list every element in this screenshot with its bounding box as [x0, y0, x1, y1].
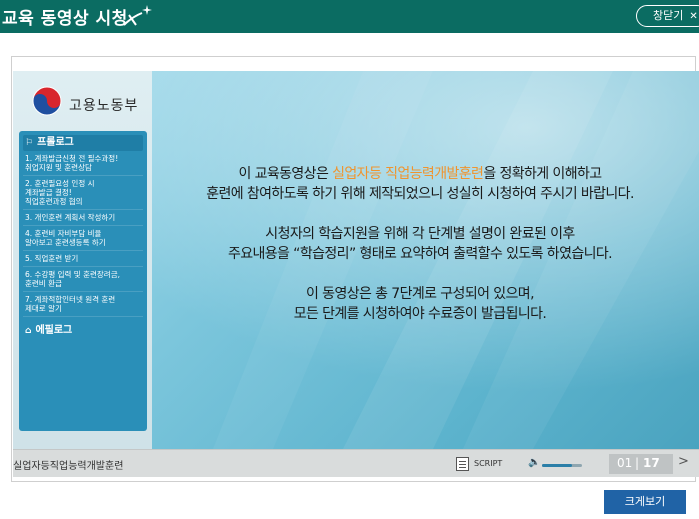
menu-item-6[interactable]: 6. 수강평 입력 및 훈련장려금, 훈련비 환급: [23, 267, 143, 292]
ministry-logo: 고용노동부: [31, 85, 151, 119]
intro-paragraph-1: 이 교육동영상은 실업자등 직업능력개발훈련을 정확하게 이해하고 훈련에 참여…: [160, 164, 680, 204]
intro-text-segment: 을 정확하게 이해하고: [483, 166, 602, 182]
close-button-label: 창닫기: [653, 9, 684, 22]
intro-line: 훈련에 참여하도록 하기 위해 제작되었으니 성실히 시청하여 주시기 바랍니다…: [206, 186, 634, 202]
current-page: 01: [617, 456, 633, 470]
chapter-sidebar: 고용노동부 ⚐ 프롤로그 1. 계좌발급신청 전 필수과정! 취업지원 및 훈련상…: [13, 71, 152, 449]
page-separator: |: [635, 456, 640, 470]
menu-item-prologue[interactable]: ⚐ 프롤로그: [23, 135, 143, 151]
script-button[interactable]: SCRIPT: [456, 456, 513, 473]
menu-item-7[interactable]: 7. 계좌적합인터넷 원격 훈련 제대로 알기: [23, 292, 143, 317]
intro-text: 이 교육동영상은 실업자등 직업능력개발훈련을 정확하게 이해하고 훈련에 참여…: [160, 164, 680, 344]
volume-slider[interactable]: [542, 464, 582, 467]
flag-icon: ⚐: [25, 138, 34, 148]
intro-line: 이 동영상은 총 7단계로 구성되어 있으며,: [306, 286, 534, 302]
total-pages: 17: [643, 456, 660, 470]
menu-footer-label: 에필로그: [35, 325, 73, 336]
intro-line: 모든 단계를 시청하여야 수료증이 발급됩니다.: [293, 306, 547, 322]
menu-item-5[interactable]: 5. 직업훈련 받기: [23, 251, 143, 267]
logo-text: 고용노동부: [69, 98, 139, 114]
document-icon: [456, 457, 469, 471]
intro-line: 주요내용을 “학습정리” 형태로 요약하여 출력할수 있도록 하였습니다.: [227, 246, 613, 262]
speaker-icon[interactable]: 🔈: [528, 457, 540, 468]
page-title: 교육 동영상 시청: [2, 9, 128, 29]
intro-paragraph-2: 시청자의 학습지원을 위해 각 단계별 설명이 완료된 이후 주요내용을 “학습…: [160, 224, 680, 264]
page-indicator: 01 | 17: [609, 454, 673, 474]
menu-heading-label: 프롤로그: [37, 137, 74, 148]
player-control-bar: 실업자등직업능력개발훈련 SCRIPT 🔈 01 | 17 >: [13, 449, 699, 477]
book-icon: ⌂: [25, 326, 32, 336]
close-icon: ✕: [689, 11, 698, 22]
intro-line: 이 교육동영상은 실업자등 직업능력개발훈련을 정확하게 이해하고: [160, 164, 680, 184]
intro-paragraph-3: 이 동영상은 총 7단계로 구성되어 있으며, 모든 단계를 시청하여야 수료증…: [160, 284, 680, 324]
title-bar: 교육 동영상 시청 창닫기 ✕: [0, 0, 699, 33]
volume-control[interactable]: 🔈: [528, 456, 588, 472]
menu-item-1[interactable]: 1. 계좌발급신청 전 필수과정! 취업지원 및 훈련상담: [23, 151, 143, 176]
intro-text-segment: 이 교육동영상은: [238, 166, 333, 182]
script-label: SCRIPT: [474, 459, 503, 468]
sparkle-icon: [123, 5, 152, 26]
menu-item-2[interactable]: 2. 훈련필요성 인정 시 계좌발급 결정! 직업훈련과정 협의: [23, 176, 143, 210]
close-window-button[interactable]: 창닫기 ✕: [636, 5, 699, 27]
taegeuk-logo-icon: [32, 86, 62, 116]
next-page-button[interactable]: >: [678, 454, 694, 474]
menu-item-4[interactable]: 4. 훈련비 자비부담 비율 알아보고 훈련생등록 하기: [23, 226, 143, 251]
enlarge-button[interactable]: 크게보기: [604, 490, 686, 514]
intro-line: 시청자의 학습지원을 위해 각 단계별 설명이 완료된 이후: [265, 226, 575, 242]
highlight-text: 실업자등 직업능력개발훈련: [332, 166, 484, 182]
chapter-menu: ⚐ 프롤로그 1. 계좌발급신청 전 필수과정! 취업지원 및 훈련상담 2. 훈…: [19, 131, 147, 431]
menu-item-epilogue[interactable]: ⌂ 에필로그: [23, 321, 143, 336]
menu-item-3[interactable]: 3. 개인훈련 계획서 작성하기: [23, 210, 143, 226]
volume-fill: [542, 464, 572, 467]
course-name: 실업자등직업능력개발훈련: [13, 461, 124, 472]
